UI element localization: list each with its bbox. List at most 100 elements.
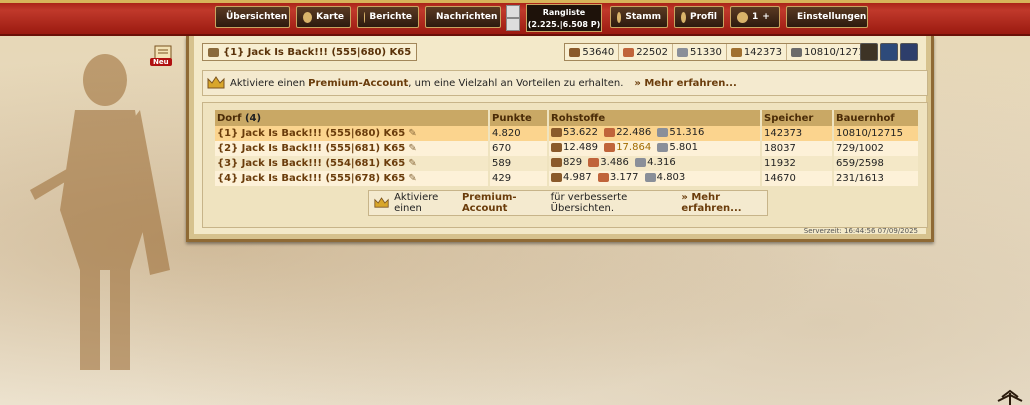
resources-cell: 4.987 3.177 4.803 (548, 171, 762, 186)
rename-pencil-icon[interactable]: ✎ (408, 128, 416, 139)
globe-icon[interactable] (900, 43, 918, 61)
tree-silhouette-icon (997, 389, 1023, 405)
learn-more-link[interactable]: » Mehr erfahren... (634, 78, 736, 89)
top-stripe (0, 0, 1030, 3)
clay-value: 3.177 (609, 172, 639, 183)
wood-icon (551, 158, 562, 167)
messages-menu-button[interactable]: Nachrichten (425, 6, 501, 28)
learn-more-link[interactable]: » Mehr erfahren... (681, 192, 767, 214)
messages-label: Nachrichten (436, 12, 498, 22)
points-cell: 670 (489, 141, 549, 156)
farm-cell: 10810/12715 (833, 126, 920, 141)
shield-icon[interactable] (880, 43, 898, 61)
overview-menu-button[interactable]: Übersichten (215, 6, 290, 28)
notebook-icon[interactable] (151, 44, 175, 70)
map-menu-button[interactable]: Karte (296, 6, 351, 28)
ranking-up-arrow-icon[interactable] (506, 5, 520, 18)
storage-cell: 142373 (761, 126, 834, 141)
premium-text-after: für verbesserte Übersichten. (550, 192, 628, 214)
village-link[interactable]: {1} Jack Is Back!!! (555|680) K65 (217, 128, 405, 139)
premium-account-link[interactable]: Premium-Account (462, 192, 546, 214)
clay-value: 22.486 (616, 127, 652, 138)
village-count: (4) (244, 112, 262, 124)
farm-cell: 659/2598 (833, 156, 920, 171)
rename-pencil-icon[interactable]: ✎ (408, 158, 416, 169)
resources-cell: 829 3.486 4.316 (548, 156, 762, 171)
ranking-button[interactable]: Rangliste (2.225.|6.508 P) (526, 4, 602, 32)
storage-cell: 11932 (761, 156, 834, 171)
wood-value: 829 (563, 157, 583, 168)
storage-resource: 142373 (727, 44, 787, 60)
points-cell: 4.820 (489, 126, 549, 141)
table-row: {2} Jack Is Back!!! (555|681) K65 ✎ 670 … (215, 141, 920, 156)
wood-icon (551, 173, 562, 182)
premium-text-before: Aktiviere einen (394, 192, 439, 214)
wood-value: 4.987 (563, 172, 592, 183)
iron-icon (657, 143, 669, 152)
wood-value: 12.489 (563, 142, 598, 153)
premium-text-before: Aktiviere einen (230, 77, 306, 89)
overview-label: Übersichten (226, 12, 288, 22)
column-village-label: Dorf (217, 112, 242, 124)
crown-icon (207, 76, 225, 89)
village-link[interactable]: {4} Jack Is Back!!! (555|678) K65 (217, 173, 405, 184)
premium-account-link[interactable]: Premium-Account (308, 78, 408, 89)
village-link[interactable]: {3} Jack Is Back!!! (554|681) K65 (217, 158, 405, 169)
points-cell: 429 (489, 171, 549, 186)
clay-icon (604, 143, 616, 152)
iron-value: 5.801 (669, 142, 699, 153)
knight-illustration (30, 54, 170, 370)
settings-label: Einstellungen (797, 12, 867, 22)
village-cell: {2} Jack Is Back!!! (555|681) K65 ✎ (215, 141, 490, 156)
friends-count: 1 (752, 12, 759, 22)
clay-icon (623, 47, 635, 57)
clay-icon (588, 158, 600, 167)
chest-icon[interactable] (860, 43, 878, 61)
iron-icon (657, 128, 669, 137)
premium-banner-bottom: Aktiviere einen Premium-Account für verb… (368, 190, 768, 216)
wood-value: 53.622 (563, 127, 598, 138)
profile-menu-button[interactable]: Profil (674, 6, 724, 28)
iron-amount: 51330 (690, 46, 722, 58)
current-village-name[interactable]: {1} Jack Is Back!!! (555|680) K65 (223, 47, 411, 58)
village-cell: {3} Jack Is Back!!! (554|681) K65 ✎ (215, 156, 490, 171)
village-cell: {1} Jack Is Back!!! (555|680) K65 ✎ (215, 126, 490, 141)
settings-menu-button[interactable]: Einstellungen (786, 6, 868, 28)
map-label: Karte (316, 12, 344, 22)
farm-icon (791, 47, 802, 57)
current-village-selector[interactable]: {1} Jack Is Back!!! (555|680) K65 (202, 43, 418, 61)
village-cell: {4} Jack Is Back!!! (555|678) K65 ✎ (215, 171, 490, 186)
friends-plus: + (762, 12, 770, 22)
clay-value: 17.864 (616, 142, 652, 153)
table-row: {4} Jack Is Back!!! (555|678) K65 ✎ 429 … (215, 171, 920, 186)
quick-buttons (860, 43, 918, 61)
quill-icon (364, 11, 366, 23)
ranking-down-arrow-icon[interactable] (506, 18, 520, 31)
wood-icon (551, 128, 562, 137)
friends-icon (737, 11, 748, 23)
village-link[interactable]: {2} Jack Is Back!!! (555|681) K65 (217, 143, 405, 154)
storage-icon (730, 47, 742, 57)
friends-menu-button[interactable]: 1 + (730, 6, 780, 28)
tribe-menu-button[interactable]: Stamm (610, 6, 668, 28)
reports-menu-button[interactable]: Berichte (357, 6, 419, 28)
premium-banner-top: Aktiviere einen Premium-Account , um ein… (202, 70, 928, 96)
premium-text-after: , um eine Vielzahl an Vorteilen zu erhal… (408, 77, 624, 89)
clay-icon (597, 173, 609, 182)
column-points[interactable]: Punkte (489, 110, 549, 126)
storage-cell: 14670 (761, 171, 834, 186)
reports-label: Berichte (369, 12, 412, 22)
villages-table: Dorf (4) Punkte Rohstoffe Speicher Bauer… (215, 110, 920, 186)
crown-icon (374, 197, 389, 208)
iron-resource: 51330 (673, 44, 727, 60)
server-time: Serverzeit: 16:44:56 07/09/2025 (803, 227, 918, 235)
clay-amount: 22502 (636, 46, 668, 58)
main-panel: {1} Jack Is Back!!! (555|680) K65 53640 … (186, 36, 934, 242)
column-village[interactable]: Dorf (4) (215, 110, 490, 126)
rename-pencil-icon[interactable]: ✎ (408, 143, 416, 154)
iron-value: 4.803 (656, 172, 686, 183)
points-cell: 589 (489, 156, 549, 171)
rename-pencil-icon[interactable]: ✎ (408, 173, 416, 184)
map-icon (303, 11, 313, 23)
table-row: {1} Jack Is Back!!! (555|680) K65 ✎ 4.82… (215, 126, 920, 141)
